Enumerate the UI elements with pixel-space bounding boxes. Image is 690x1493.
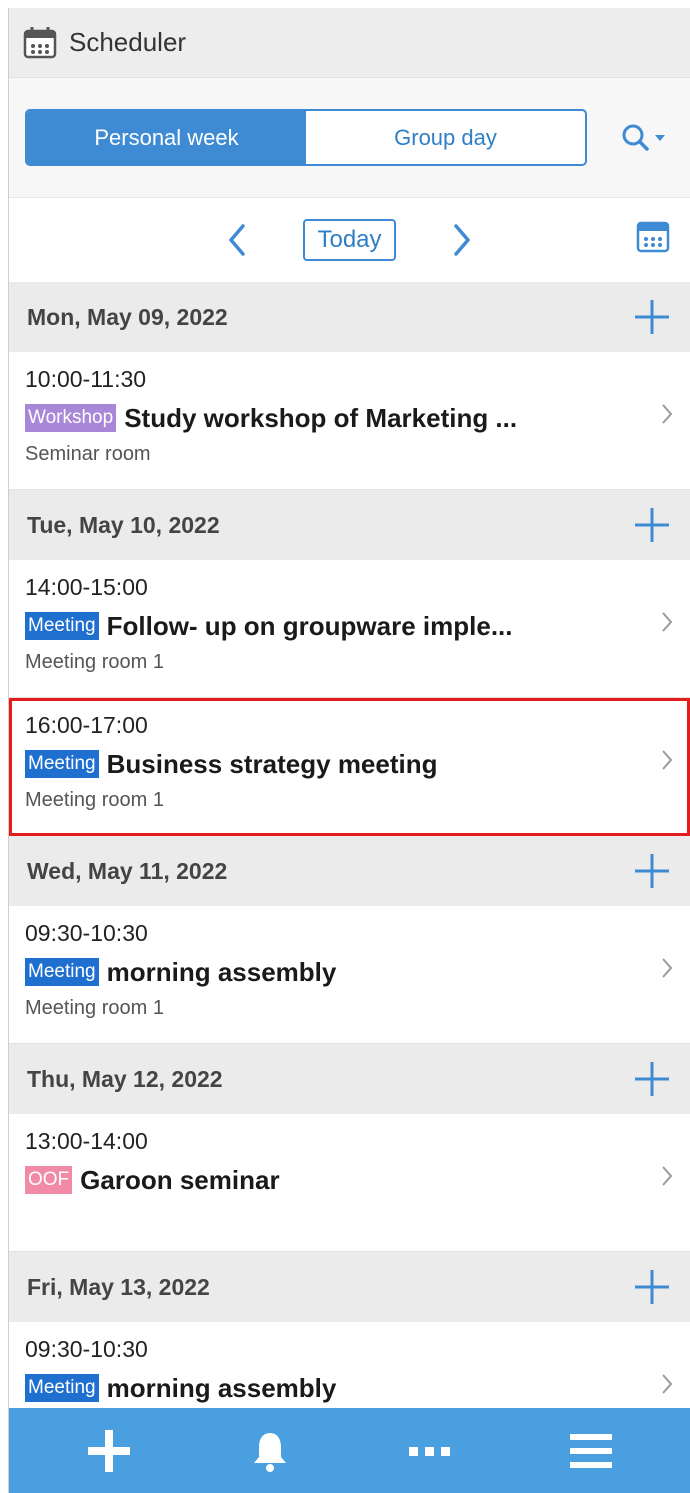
chevron-right-icon [662,612,673,632]
appointment-title-row: Meeting morning assembly [25,956,668,988]
appointment-type-badge: Workshop [25,404,117,432]
next-week-button[interactable] [442,220,482,260]
appointment-location: Meeting room 1 [25,789,164,811]
more-button[interactable] [400,1421,460,1481]
appointment-time: 09:30-10:30 [25,1336,148,1362]
bottom-toolbar [9,1408,690,1493]
calendar-picker-button[interactable] [636,220,670,259]
schedule-list: Mon, May 09, 2022 10:00-11:30 Workshop Stud… [9,282,690,1460]
day-date: Thu, May 12, 2022 [27,1065,223,1092]
appointment-item[interactable]: 10:00-11:30 Workshop Study workshop of Mar… [9,352,690,490]
appointment-title-row: Meeting morning assembly [25,1372,668,1404]
appointment-type-badge: Meeting [25,1374,99,1402]
add-button[interactable] [79,1421,139,1481]
chevron-right-icon [662,958,673,978]
appointment-title: Study workshop of Marketing ... [124,402,518,433]
appointment-time: 14:00-15:00 [25,574,148,600]
tab-group-day[interactable]: Group day [306,111,585,164]
appointment-title-row: Meeting Business strategy meeting [25,748,668,780]
appointment-title-row: Meeting Follow- up on groupware imple... [25,610,668,642]
date-navigation: Today [9,198,690,282]
menu-icon [569,1433,612,1468]
chevron-right-icon [453,224,470,256]
appointment-time: 13:00-14:00 [25,1128,148,1154]
appointment-type-badge: Meeting [25,612,99,640]
bell-icon [253,1432,286,1472]
day-header: Thu, May 12, 2022 [9,1044,690,1114]
tab-personal-week[interactable]: Personal week [27,111,306,164]
menu-button[interactable] [561,1421,621,1481]
add-appointment-icon[interactable] [632,505,672,545]
view-switcher: Personal week Group day [25,109,587,166]
appointment-title-row: Workshop Study workshop of Marketing ... [25,402,668,434]
app-frame: Scheduler Personal week Group day Today [8,8,690,1493]
previous-week-button[interactable] [217,220,257,260]
day-header: Mon, May 09, 2022 [9,282,690,352]
add-appointment-icon[interactable] [632,297,672,337]
appointment-time: 09:30-10:30 [25,920,148,946]
appointment-location: Meeting room 1 [25,651,164,673]
add-appointment-icon[interactable] [632,1059,672,1099]
day-date: Wed, May 11, 2022 [27,857,228,884]
appointment-title: Business strategy meeting [106,748,438,779]
chevron-right-icon [662,750,673,770]
appointment-time: 16:00-17:00 [25,712,148,738]
chevron-down-icon [655,134,665,141]
appointment-title: morning assembly [106,1372,337,1403]
calendar-icon [636,221,670,253]
day-header: Tue, May 10, 2022 [9,490,690,560]
day-date: Fri, May 13, 2022 [27,1273,210,1300]
appointment-item[interactable]: 13:00-14:00 OOF Garoon seminar [9,1114,690,1252]
day-header: Fri, May 13, 2022 [9,1252,690,1322]
appointment-type-badge: Meeting [25,750,99,778]
appointment-location: Meeting room 1 [25,997,164,1019]
search-button[interactable] [621,123,666,153]
day-date: Tue, May 10, 2022 [27,511,220,538]
page-title: Scheduler [69,27,187,57]
appointment-title-row: OOF Garoon seminar [25,1164,668,1196]
app-header: Scheduler [9,8,690,78]
today-button[interactable]: Today [303,219,396,261]
more-icon [409,1446,451,1456]
calendar-icon [23,26,57,58]
add-icon [88,1429,131,1472]
chevron-right-icon [662,1166,673,1186]
appointment-title: Garoon seminar [80,1164,280,1195]
appointment-time: 10:00-11:30 [25,366,147,392]
day-date: Mon, May 09, 2022 [27,303,228,330]
notifications-button[interactable] [240,1421,300,1481]
search-icon [622,124,649,151]
chevron-right-icon [662,404,673,424]
day-header: Wed, May 11, 2022 [9,836,690,906]
chevron-left-icon [229,224,246,256]
view-switcher-row: Personal week Group day [9,78,690,198]
appointment-item[interactable]: 09:30-10:30 Meeting morning assembly Meetin… [9,906,690,1044]
appointment-item[interactable]: 14:00-15:00 Meeting Follow- up on groupwar… [9,560,690,698]
appointment-title: Follow- up on groupware imple... [106,610,513,641]
appointment-item[interactable]: 16:00-17:00 Meeting Business strategy meet… [9,698,690,836]
appointment-location: Seminar room [25,443,151,465]
appointment-type-badge: Meeting [25,958,99,986]
appointment-type-badge: OOF [25,1166,73,1194]
add-appointment-icon[interactable] [632,1267,672,1307]
appointment-title: morning assembly [106,956,337,987]
chevron-right-icon [662,1374,673,1394]
add-appointment-icon[interactable] [632,851,672,891]
